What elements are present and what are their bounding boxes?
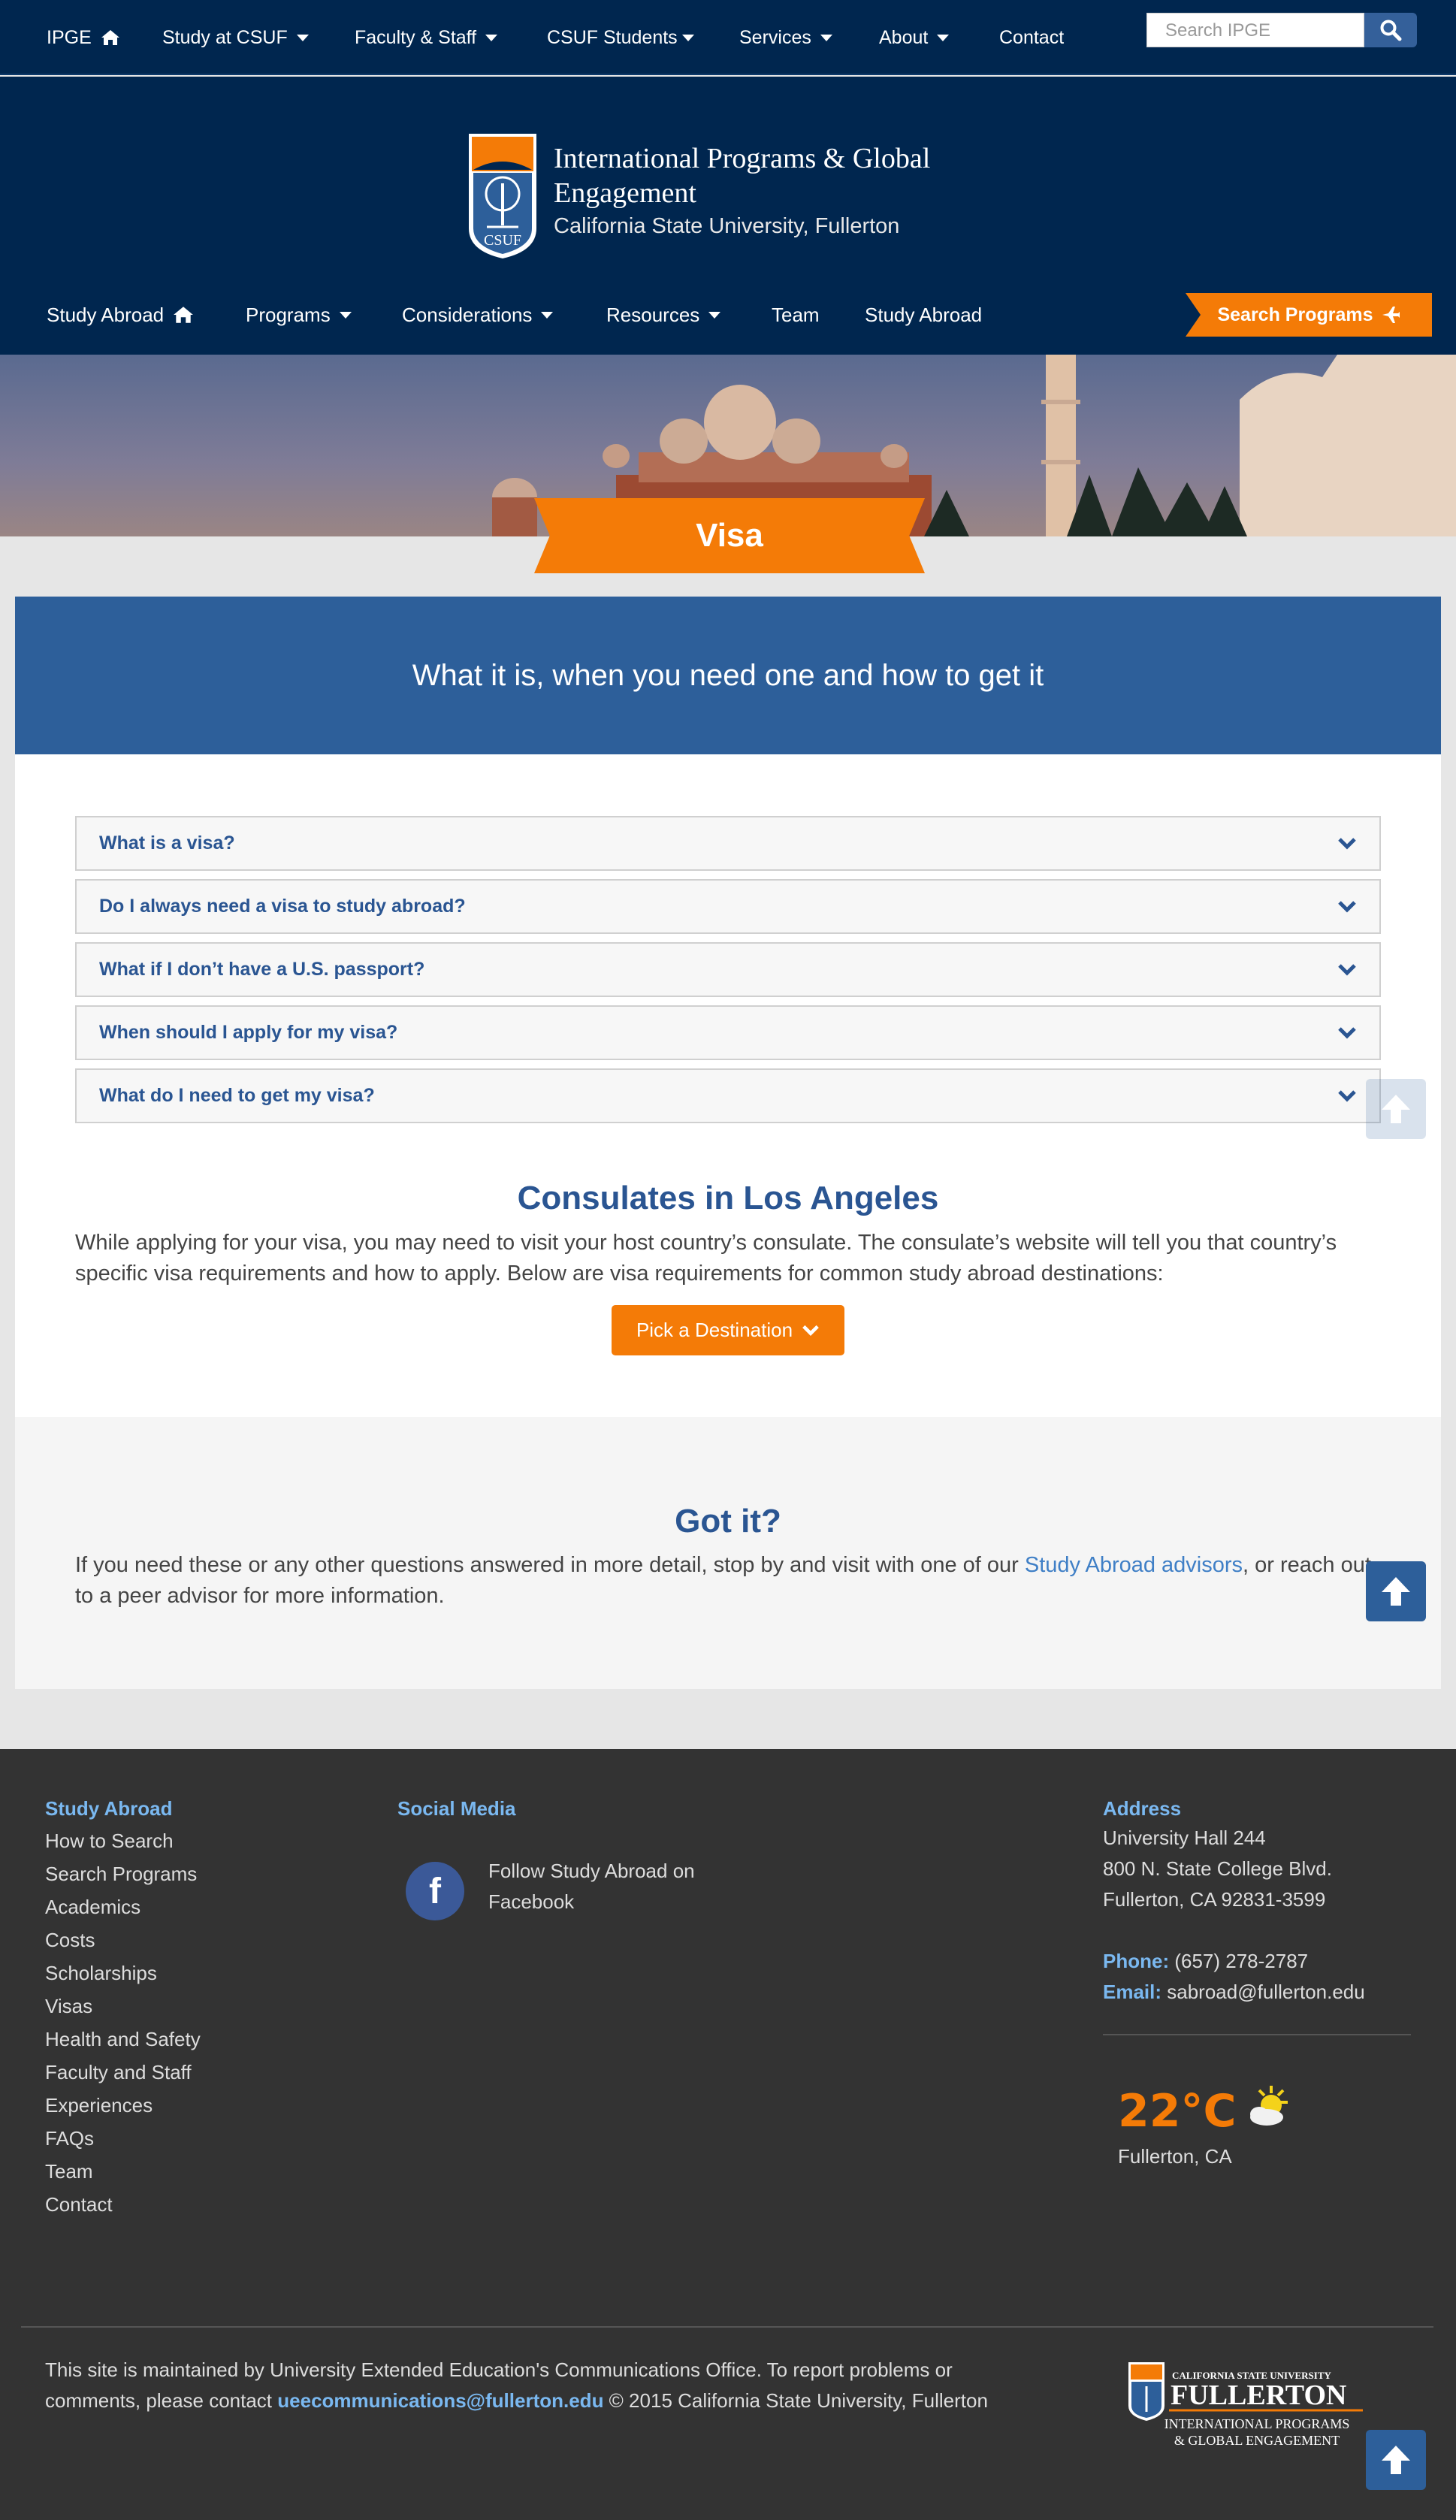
chevron-down-icon <box>1338 1089 1356 1102</box>
footer-link[interactable]: Faculty and Staff <box>45 2056 201 2089</box>
footer-link[interactable]: FAQs <box>45 2122 201 2155</box>
back-to-top-button[interactable] <box>1366 1561 1426 1621</box>
page-title-banner: Visa <box>534 498 925 573</box>
footer-link[interactable]: Contact <box>45 2188 201 2221</box>
arrow-up-icon <box>1382 1577 1410 1606</box>
top-nav-contact[interactable]: Contact <box>999 0 1064 75</box>
uee-email-link[interactable]: ueecommunications@fullerton.edu <box>277 2389 603 2412</box>
consulates-heading: Consulates in Los Angeles <box>517 1180 939 1216</box>
plane-icon <box>1382 307 1400 323</box>
sub-nav-team[interactable]: Team <box>772 293 820 337</box>
got-it-heading: Got it? <box>675 1503 781 1539</box>
top-nav-study-at-csuf[interactable]: Study at CSUF <box>162 0 309 75</box>
weather-location: Fullerton, CA <box>1118 2145 1232 2168</box>
footer-phone: Phone: (657) 278-2787 <box>1103 1950 1309 1972</box>
top-nav-about[interactable]: About <box>879 0 950 75</box>
caret-down-icon <box>339 311 352 319</box>
footer-link[interactable]: Visas <box>45 1990 201 2023</box>
footer-link[interactable]: Team <box>45 2155 201 2188</box>
chevron-down-icon <box>1338 900 1356 913</box>
chevron-down-icon <box>1338 837 1356 850</box>
tagline-band: What it is, when you need one and how to… <box>15 597 1441 754</box>
sub-nav-resources[interactable]: Resources <box>606 293 721 337</box>
top-nav-csuf-students[interactable]: CSUF Students <box>547 0 694 75</box>
back-to-top-button[interactable] <box>1366 1079 1426 1139</box>
site-subtitle: California State University, Fullerton <box>554 214 900 238</box>
footer-address-heading: Address <box>1103 1797 1182 1820</box>
magnifier-icon <box>1380 20 1402 41</box>
arrow-up-icon <box>1382 1095 1410 1123</box>
footer-link[interactable]: Scholarships <box>45 1956 201 1990</box>
svg-text:& GLOBAL ENGAGEMENT: & GLOBAL ENGAGEMENT <box>1174 2433 1340 2448</box>
home-icon <box>101 30 119 45</box>
faq-accordion-item[interactable]: What do I need to get my visa? <box>75 1068 1381 1123</box>
footer-link[interactable]: Costs <box>45 1923 201 1956</box>
home-icon <box>174 307 194 323</box>
svg-text:INTERNATIONAL PROGRAMS: INTERNATIONAL PROGRAMS <box>1164 2416 1350 2431</box>
footer-divider <box>1103 2034 1411 2035</box>
chevron-down-icon <box>1338 1026 1356 1039</box>
faq-accordion-item[interactable]: Do I always need a visa to study abroad? <box>75 879 1381 934</box>
caret-down-icon <box>485 34 498 41</box>
chevron-down-icon <box>1338 963 1356 976</box>
footer-link[interactable]: Academics <box>45 1890 201 1923</box>
csuf-logo[interactable]: CSUF <box>466 131 539 260</box>
arrow-up-icon <box>1382 2446 1410 2474</box>
search-button[interactable] <box>1364 13 1417 47</box>
facebook-icon[interactable]: f <box>406 1862 464 1920</box>
pick-destination-button[interactable]: Pick a Destination <box>612 1305 844 1355</box>
caret-down-icon <box>820 34 832 41</box>
footer-link[interactable]: Search Programs <box>45 1857 201 1890</box>
csuf-ipge-footer-logo[interactable]: CALIFORNIA STATE UNIVERSITY FULLERTON IN… <box>1125 2359 1366 2457</box>
sub-nav-programs[interactable]: Programs <box>246 293 352 337</box>
svg-text:CSUF: CSUF <box>484 232 521 249</box>
faq-accordion-item[interactable]: What if I don’t have a U.S. passport? <box>75 942 1381 997</box>
search-input[interactable]: Search IPGE <box>1146 13 1364 47</box>
faq-accordion-item[interactable]: What is a visa? <box>75 816 1381 871</box>
facebook-link[interactable]: Follow Study Abroad on Facebook <box>488 1856 699 1917</box>
footer-email[interactable]: Email: sabroad@fullerton.edu <box>1103 1977 1365 2008</box>
top-nav-ipge[interactable]: IPGE <box>47 0 120 75</box>
footer-social-heading: Social Media <box>397 1797 516 1820</box>
footer-address: University Hall 244 800 N. State College… <box>1103 1823 1365 2008</box>
top-nav-services[interactable]: Services <box>739 0 832 75</box>
caret-down-icon <box>681 34 694 41</box>
got-it-text: If you need these or any other questions… <box>75 1553 1371 1608</box>
footer-link[interactable]: How to Search <box>45 1824 201 1857</box>
footer-link[interactable]: Experiences <box>45 2089 201 2122</box>
svg-text:FULLERTON: FULLERTON <box>1171 2379 1346 2411</box>
footer-divider <box>21 2326 1433 2328</box>
sub-nav-considerations[interactable]: Considerations <box>402 293 554 337</box>
faq-accordion-item[interactable]: When should I apply for my visa? <box>75 1005 1381 1060</box>
footer-copyright: This site is maintained by University Ex… <box>45 2358 988 2412</box>
chevron-down-icon <box>802 1325 819 1336</box>
study-abroad-advisors-link[interactable]: Study Abroad advisors <box>1025 1553 1243 1577</box>
caret-down-icon <box>296 34 309 41</box>
caret-down-icon <box>937 34 950 41</box>
search-programs-button[interactable]: Search Programs <box>1186 293 1432 337</box>
footer-study-abroad-links: How to Search Search Programs Academics … <box>45 1824 201 2221</box>
caret-down-icon <box>541 311 554 319</box>
consulates-text: While applying for your visa, you may ne… <box>75 1231 1337 1286</box>
site-title[interactable]: International Programs & Global Engageme… <box>554 141 1035 210</box>
weather-temperature: 22°C <box>1118 2085 1237 2138</box>
caret-down-icon <box>708 311 721 319</box>
sub-nav-study-abroad-home[interactable]: Study Abroad <box>47 293 194 337</box>
back-to-top-button[interactable] <box>1366 2430 1426 2490</box>
top-nav-faculty-staff[interactable]: Faculty & Staff <box>355 0 498 75</box>
footer-study-abroad-heading: Study Abroad <box>45 1797 173 1820</box>
sub-nav-study-abroad[interactable]: Study Abroad <box>865 293 982 337</box>
partly-sunny-icon <box>1250 2086 1288 2126</box>
footer-link[interactable]: Health and Safety <box>45 2023 201 2056</box>
